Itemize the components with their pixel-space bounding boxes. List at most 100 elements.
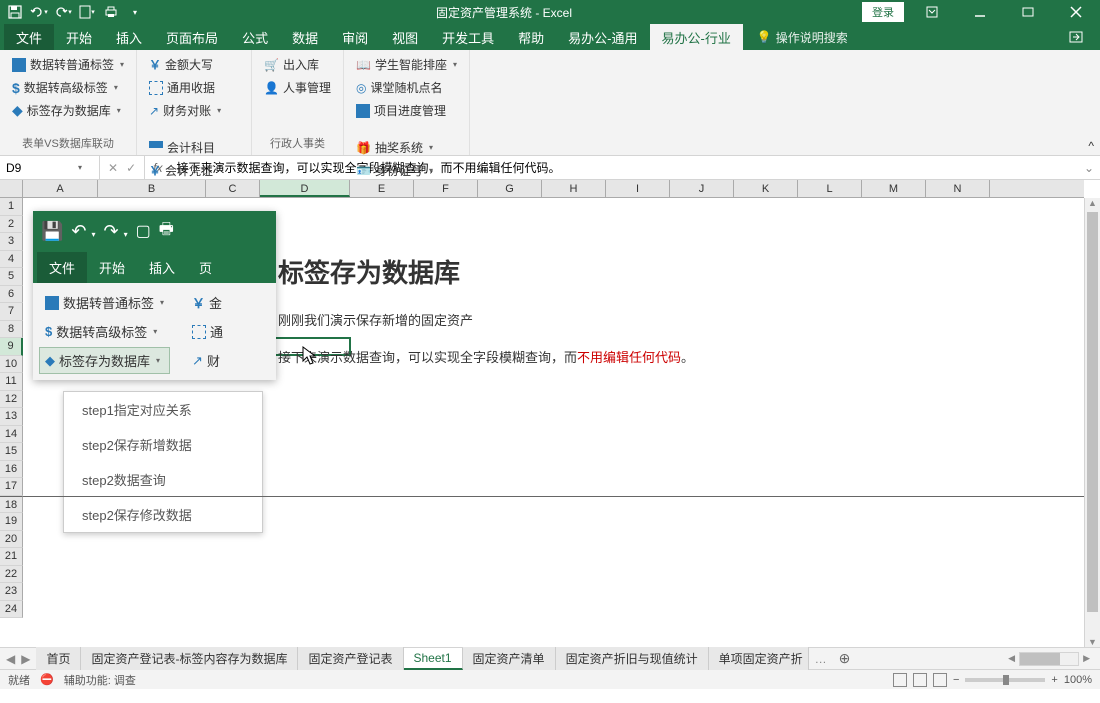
vscroll[interactable]: ▲ ▼ [1084,198,1100,647]
nav-next-icon[interactable]: ▶ [21,652,30,666]
formula-input[interactable] [170,161,1077,175]
row-h[interactable]: 17 [0,478,23,496]
tab-data[interactable]: 数据 [280,24,330,51]
name-box[interactable]: ▾ [0,156,100,179]
mini-btn-normal-tag[interactable]: 数据转普通标签▾ [39,289,170,316]
mini-btn-tag-db[interactable]: ◆标签存为数据库▾ [39,347,170,374]
mini-new-icon[interactable]: ▢ [136,221,151,241]
col-h-i[interactable]: I [606,180,670,197]
btn-account-voucher[interactable]: ￥会计凭证 [145,160,243,181]
row-h[interactable]: 23 [0,583,23,601]
collapse-ribbon-icon[interactable]: ^ [1088,139,1094,153]
tab-layout[interactable]: 页面布局 [154,24,230,51]
zoom-in-icon[interactable]: + [1051,674,1057,686]
view-normal-icon[interactable] [893,673,907,687]
minimize-icon[interactable] [960,0,1000,24]
name-box-input[interactable] [6,161,76,175]
col-h-b[interactable]: B [98,180,206,197]
row-h[interactable]: 22 [0,566,23,584]
row-h[interactable]: 10 [0,356,23,374]
sheet-tab-active[interactable]: Sheet1 [404,648,463,670]
col-h-n[interactable]: N [926,180,990,197]
maximize-icon[interactable] [1008,0,1048,24]
mini-btn-yen[interactable]: ￥金 [186,289,229,316]
expand-formula-icon[interactable]: ⌄ [1078,161,1100,175]
col-h-k[interactable]: K [734,180,798,197]
sheet-tab[interactable]: 固定资产折旧与现值统计 [556,647,709,670]
dropdown-step2-save[interactable]: step2保存新增数据 [64,427,262,462]
row-h[interactable]: 4 [0,251,23,269]
btn-account-subject[interactable]: 会计科目 [145,137,243,158]
col-h-m[interactable]: M [862,180,926,197]
col-h-a[interactable]: A [23,180,98,197]
tab-yibg-general[interactable]: 易办公-通用 [556,24,649,51]
tab-dev[interactable]: 开发工具 [430,24,506,51]
col-h-e[interactable]: E [350,180,414,197]
mini-save-icon[interactable]: 💾 [41,221,63,242]
col-h-g[interactable]: G [478,180,542,197]
tab-home[interactable]: 开始 [54,24,104,51]
btn-seating[interactable]: 📖学生智能排座▾ [352,54,461,75]
btn-amount-caps[interactable]: ￥金额大写 [145,54,243,75]
btn-rollcall[interactable]: ◎课堂随机点名 [352,77,461,98]
sheet-tab[interactable]: 固定资产清单 [463,647,556,670]
zoom-slider[interactable] [965,678,1045,682]
mini-btn-adv-tag[interactable]: $数据转高级标签▾ [39,318,170,345]
row-h[interactable]: 16 [0,461,23,479]
save-icon[interactable] [4,1,26,23]
zoom-handle[interactable] [1003,675,1009,685]
new-icon[interactable]: ▾ [76,1,98,23]
row-h[interactable]: 2 [0,216,23,234]
mini-tab-file[interactable]: 文件 [37,252,87,283]
vscroll-thumb[interactable] [1087,212,1098,612]
tab-nav[interactable]: ◀▶ [0,652,36,666]
zoom-out-icon[interactable]: − [953,674,959,686]
view-layout-icon[interactable] [913,673,927,687]
check-icon[interactable]: ✓ [126,161,136,175]
login-button[interactable]: 登录 [862,2,904,22]
qat-more-icon[interactable]: ▾ [124,1,146,23]
hscroll-right-icon[interactable]: ▶ [1083,653,1090,664]
hscroll-left-icon[interactable]: ◀ [1008,653,1015,664]
dropdown-step2-modify[interactable]: step2保存修改数据 [64,497,262,532]
col-h-c[interactable]: C [206,180,260,197]
mini-tab-insert[interactable]: 插入 [137,252,187,283]
row-h[interactable]: 24 [0,601,23,619]
row-h[interactable]: 6 [0,286,23,304]
col-h-j[interactable]: J [670,180,734,197]
row-h[interactable]: 11 [0,373,23,391]
select-all-corner[interactable] [0,180,23,198]
row-h[interactable]: 9 [0,338,23,356]
ribbon-options-icon[interactable] [912,0,952,24]
btn-data-to-adv-tag[interactable]: $数据转高级标签▾ [8,77,128,98]
tab-insert[interactable]: 插入 [104,24,154,51]
dropdown-step2-query[interactable]: step2数据查询 [64,462,262,497]
row-h[interactable]: 15 [0,443,23,461]
mini-tab-home[interactable]: 开始 [87,252,137,283]
search-hint[interactable]: 💡 操作说明搜索 [757,29,848,46]
nav-prev-icon[interactable]: ◀ [6,652,15,666]
row-h[interactable]: 8 [0,321,23,339]
row-h[interactable]: 5 [0,268,23,286]
tab-file[interactable]: 文件 [4,24,54,51]
col-h-d[interactable]: D [260,180,350,197]
row-h[interactable]: 14 [0,426,23,444]
sheet-tab[interactable]: 首页 [36,647,81,670]
row-h[interactable]: 13 [0,408,23,426]
new-sheet-icon[interactable]: ⊕ [833,650,857,667]
mini-print-icon[interactable]: 🖶 [159,218,174,245]
redo-icon[interactable]: ▾ [52,1,74,23]
mini-btn-receipt[interactable]: 通 [186,318,229,345]
dropdown-step1[interactable]: step1指定对应关系 [64,392,262,427]
btn-general-receipt[interactable]: 通用收据 [145,77,243,98]
mini-tab-page[interactable]: 页 [187,252,224,283]
sheet-more-icon[interactable]: … [809,652,833,666]
sheet-tab[interactable]: 单项固定资产折 [709,647,809,670]
view-break-icon[interactable] [933,673,947,687]
share-icon[interactable] [1056,25,1096,49]
col-h-l[interactable]: L [798,180,862,197]
col-h-h[interactable]: H [542,180,606,197]
row-h[interactable]: 12 [0,391,23,409]
zoom-value[interactable]: 100% [1064,674,1092,686]
scroll-up-icon[interactable]: ▲ [1088,198,1097,208]
